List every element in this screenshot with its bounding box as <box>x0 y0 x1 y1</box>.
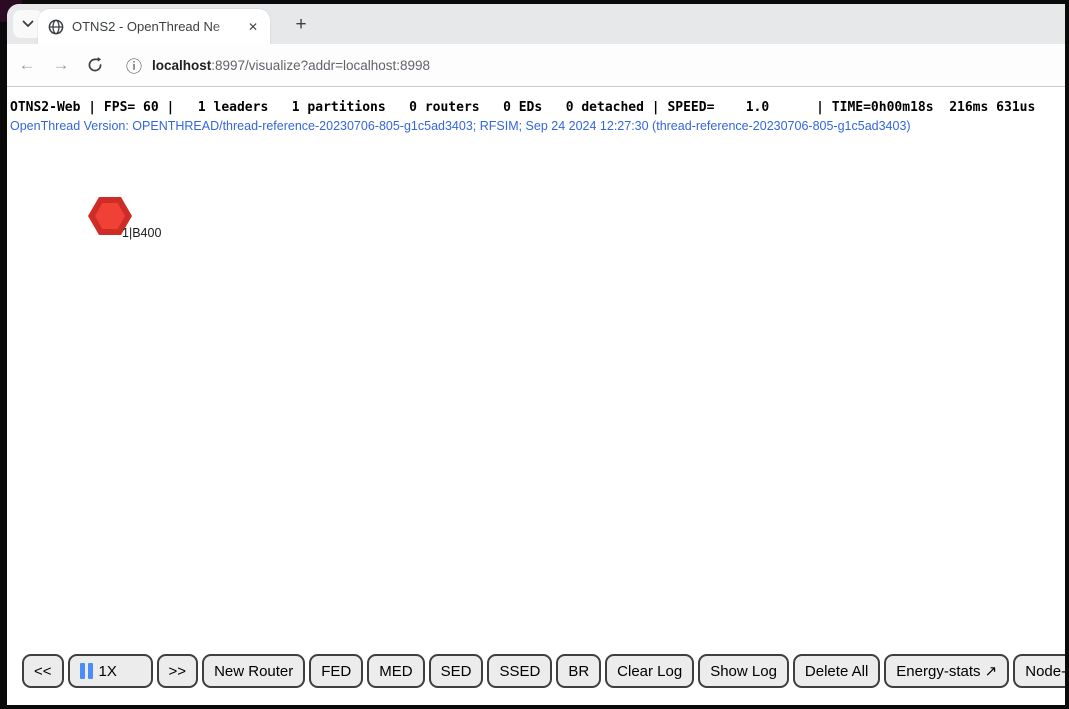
chevron-down-icon <box>22 20 34 28</box>
clear-log-button[interactable]: Clear Log <box>605 654 694 688</box>
show-log-button[interactable]: Show Log <box>698 654 789 688</box>
reload-icon <box>87 57 103 73</box>
openthread-version-line: OpenThread Version: OPENTHREAD/thread-re… <box>10 119 911 133</box>
energy-stats-button[interactable]: Energy-stats ↗ <box>884 654 1009 688</box>
action-bar: << 1X >> New Router FED MED SED SSED BR … <box>22 654 1065 688</box>
back-button[interactable]: ← <box>13 51 41 79</box>
forward-button[interactable]: → <box>47 51 75 79</box>
desktop-frame: OTNS2 - OpenThread Ne ✕ + ← → ⓘ localhos… <box>0 0 1069 709</box>
url-host: localhost <box>152 58 211 73</box>
speed-up-button[interactable]: >> <box>157 654 199 688</box>
tab-title-wrap: OTNS2 - OpenThread Ne <box>72 18 240 36</box>
br-button[interactable]: BR <box>556 654 601 688</box>
browser-toolbar: ← → ⓘ localhost:8997/visualize?addr=loca… <box>7 44 1065 87</box>
new-router-button[interactable]: New Router <box>202 654 305 688</box>
med-button[interactable]: MED <box>367 654 424 688</box>
site-info-icon[interactable]: ⓘ <box>123 54 145 76</box>
fed-button[interactable]: FED <box>309 654 363 688</box>
tab-title-fade <box>212 18 240 36</box>
node-label: 1|B400 <box>122 226 161 240</box>
new-tab-button[interactable]: + <box>289 13 313 37</box>
node-stats-button[interactable]: Node-stats ↗ <box>1013 654 1065 688</box>
tab-title: OTNS2 - OpenThread Ne <box>72 19 220 34</box>
otns-canvas: OTNS2-Web | FPS= 60 | 1 leaders 1 partit… <box>7 87 1065 704</box>
speed-label: 1X <box>99 663 117 680</box>
pause-icon <box>80 663 93 679</box>
tab-strip: OTNS2 - OpenThread Ne ✕ + <box>7 4 1065 44</box>
simulation-status-line: OTNS2-Web | FPS= 60 | 1 leaders 1 partit… <box>10 100 1035 115</box>
delete-all-button[interactable]: Delete All <box>793 654 880 688</box>
address-bar[interactable]: localhost:8997/visualize?addr=localhost:… <box>152 58 430 73</box>
browser-tab[interactable]: OTNS2 - OpenThread Ne ✕ <box>38 9 270 44</box>
tab-close-button[interactable]: ✕ <box>244 18 262 36</box>
speed-down-button[interactable]: << <box>22 654 64 688</box>
url-path: :8997/visualize?addr=localhost:8998 <box>211 58 430 73</box>
ssed-button[interactable]: SSED <box>487 654 552 688</box>
pause-speed-button[interactable]: 1X <box>68 654 153 688</box>
globe-icon <box>48 19 64 35</box>
sed-button[interactable]: SED <box>429 654 484 688</box>
browser-window: OTNS2 - OpenThread Ne ✕ + ← → ⓘ localhos… <box>7 4 1065 705</box>
reload-button[interactable] <box>81 51 109 79</box>
